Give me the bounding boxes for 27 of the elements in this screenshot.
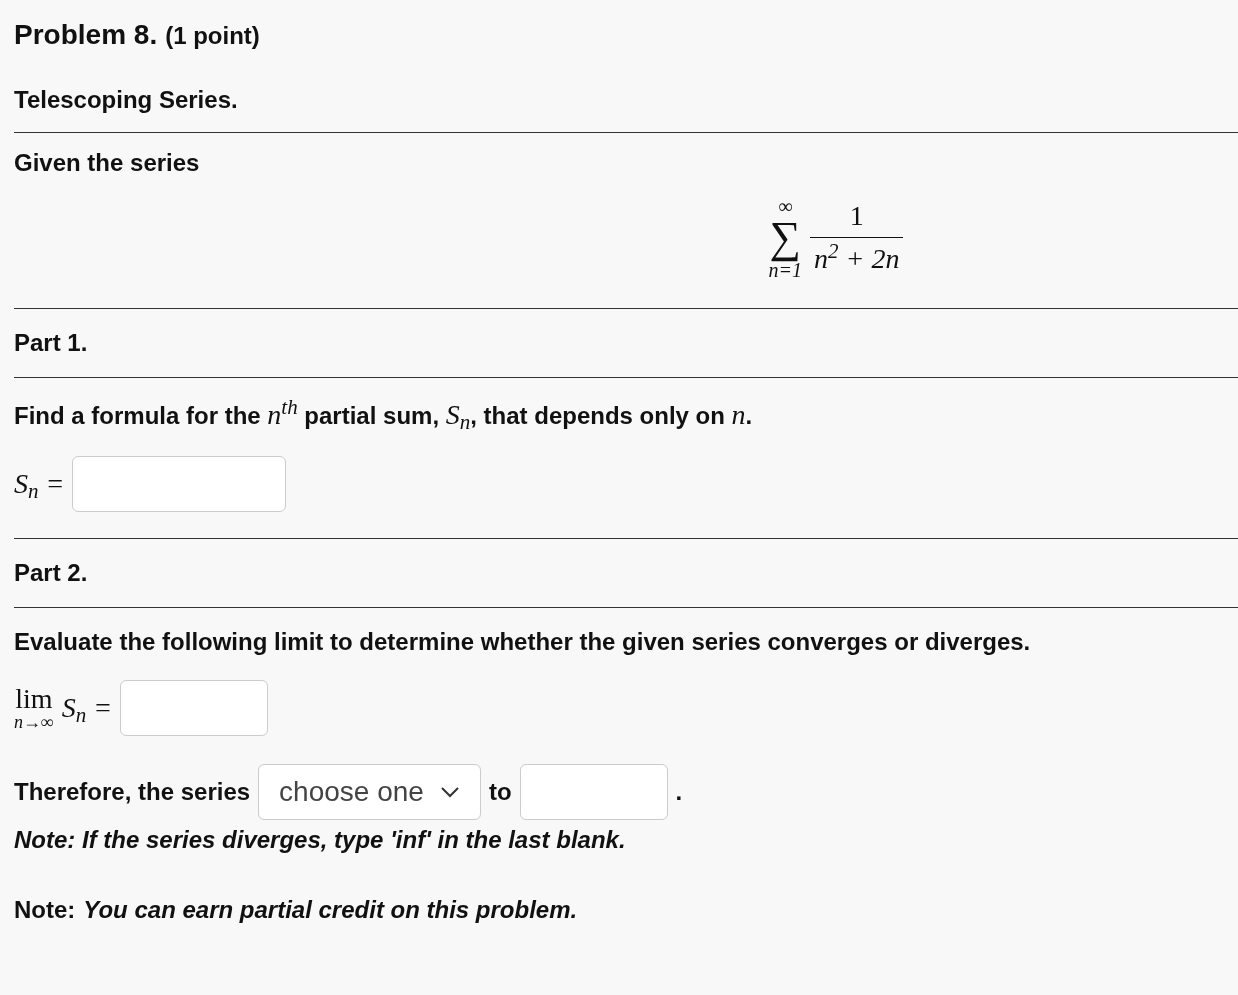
question-text: Evaluate the following limit to determine whether the given series converges or diverges. bbox=[14, 627, 1031, 657]
period-text: . bbox=[675, 777, 683, 807]
note-text: Note: If the series diverges, type 'inf' in the last blank. bbox=[14, 825, 626, 855]
points-label: (1 point) bbox=[165, 21, 260, 51]
intro-text: Given the series bbox=[14, 148, 200, 178]
part-title: Part 1. bbox=[14, 328, 88, 358]
chevron-down-icon bbox=[439, 786, 460, 798]
note-label: Note: bbox=[14, 895, 76, 925]
problem-title: Problem 8. bbox=[14, 18, 158, 52]
part-title: Part 2. bbox=[14, 558, 88, 588]
math-label: S$_{n}$ = bbox=[61, 691, 113, 729]
upper-limit: ∞ bbox=[778, 195, 793, 216]
answer-field[interactable] bbox=[120, 680, 269, 736]
denominator: n$^{2}$ + 2n bbox=[810, 237, 904, 280]
numerator: 1 bbox=[848, 199, 865, 233]
question-text: Find a formula for the n$^{th}$ partial sum, S$_{n}$, that depends only on n. bbox=[14, 394, 753, 436]
limit-operator: lim bbox=[15, 685, 53, 713]
limit-subscript: n→∞ bbox=[14, 713, 54, 731]
conclusion-text: to bbox=[488, 777, 512, 807]
answer-field[interactable] bbox=[72, 456, 287, 512]
section-heading: Telescoping Series. bbox=[14, 85, 238, 115]
conclusion-text: Therefore, the series bbox=[14, 777, 251, 807]
answer-field[interactable] bbox=[519, 764, 668, 820]
choose-dropdown[interactable]: choose one bbox=[258, 764, 481, 820]
note-text: You can earn partial credit on this problem. bbox=[83, 895, 578, 925]
sigma-symbol: ∑ bbox=[769, 215, 801, 260]
math-label: S$_{n}$ = bbox=[14, 467, 65, 505]
